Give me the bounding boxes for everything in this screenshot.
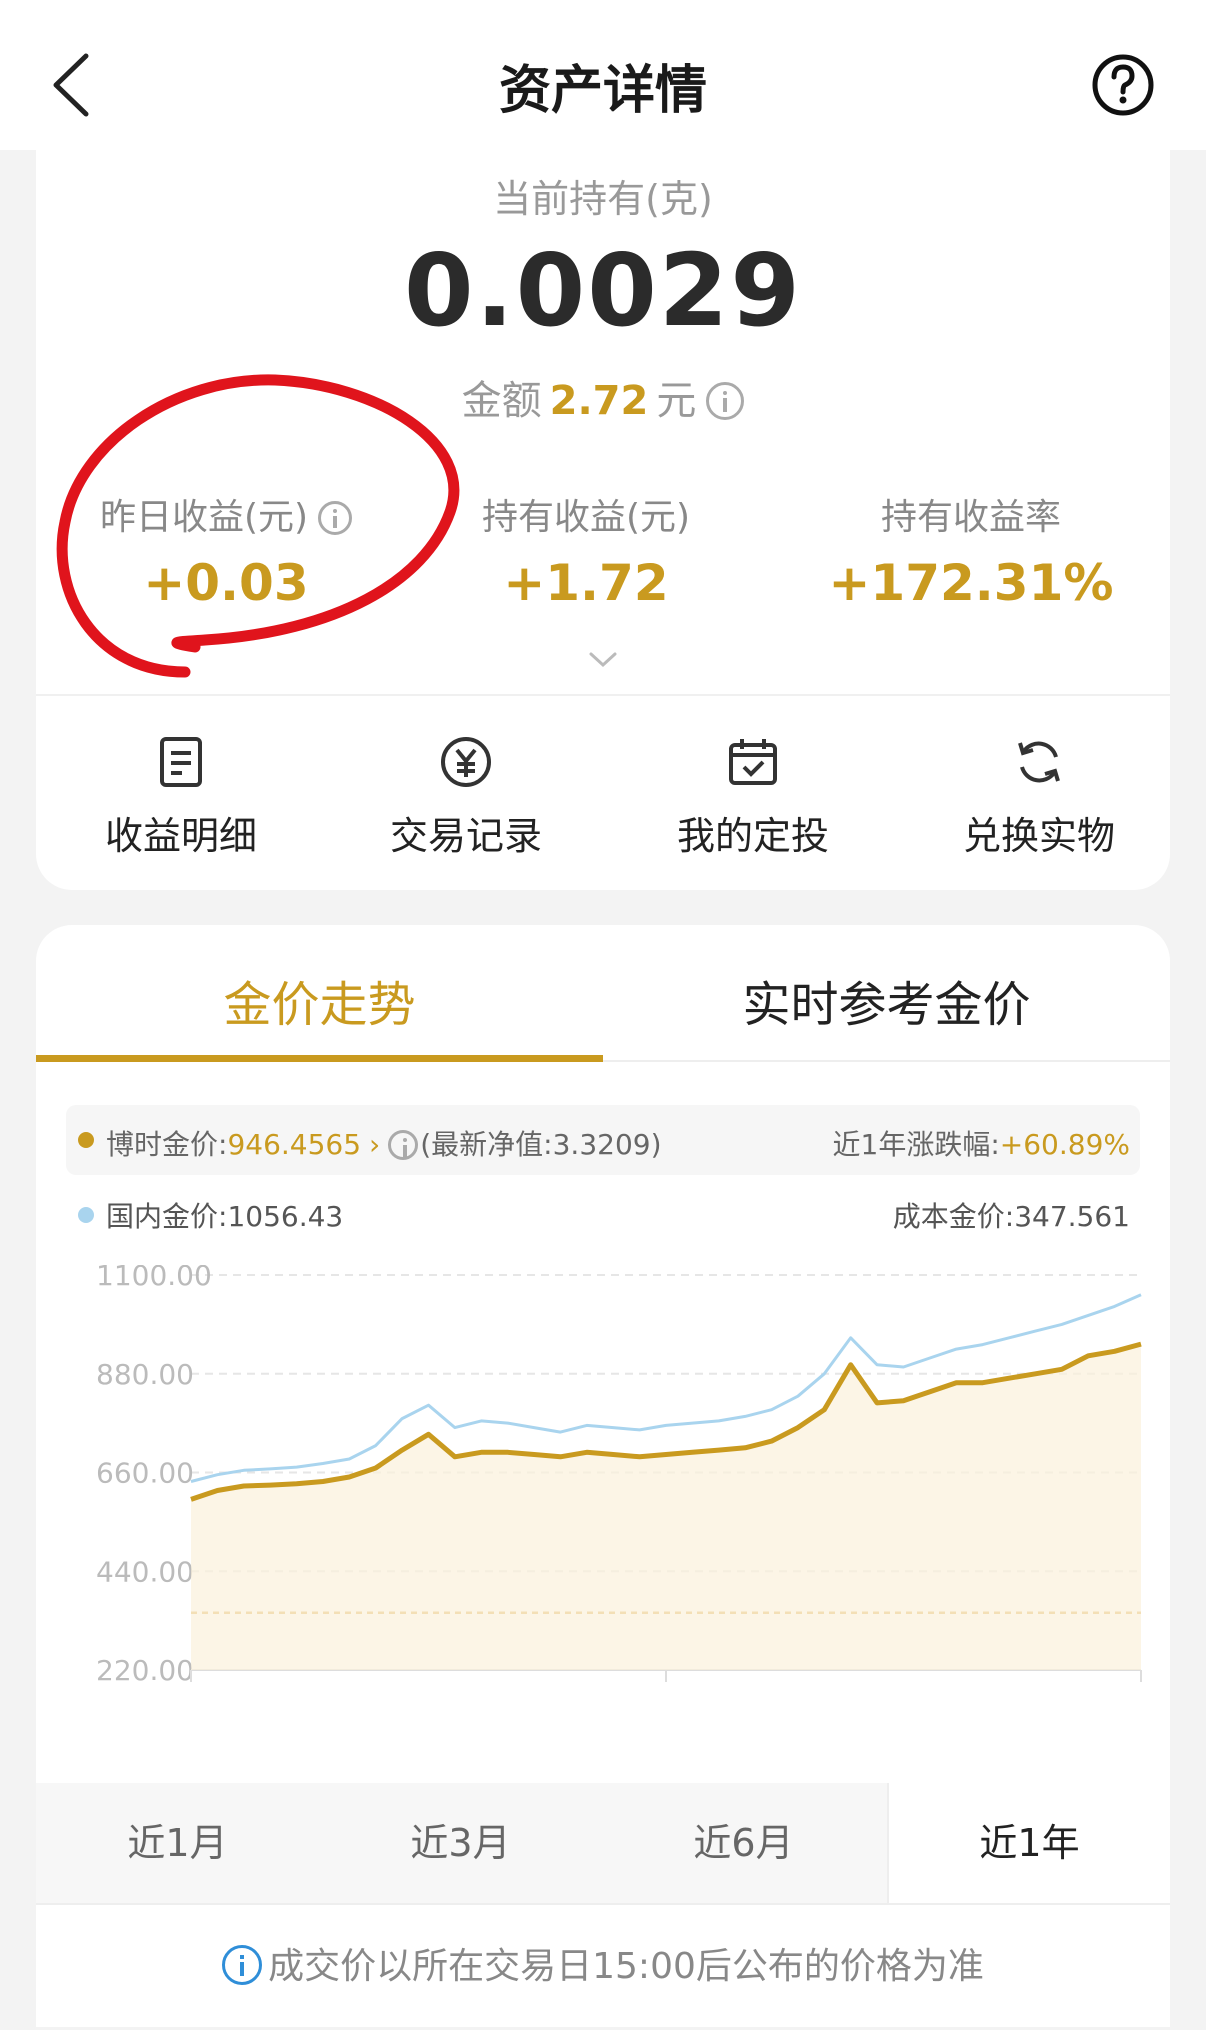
tab-underline bbox=[36, 1055, 603, 1062]
chevron-down-icon[interactable] bbox=[588, 650, 618, 670]
y-tick-label: 660.00 bbox=[96, 1457, 194, 1490]
action-redeem-physical[interactable]: 兑换实物 bbox=[919, 735, 1159, 860]
stat-label: 昨日收益(元) bbox=[99, 497, 309, 538]
question-circle-icon[interactable] bbox=[1090, 52, 1156, 118]
note-text: 成交价以所在交易日15:00后公布的价格为准 bbox=[268, 1946, 984, 1987]
stat-yesterday-income: 昨日收益(元) +0.03 bbox=[76, 488, 376, 612]
y-tick-label: 1100.00 bbox=[96, 1265, 212, 1292]
action-label: 交易记录 bbox=[389, 814, 542, 858]
nav-text: (最新净值:3.3209) bbox=[420, 1128, 662, 1161]
stat-label: 持有收益(元) bbox=[481, 497, 691, 538]
action-label: 收益明细 bbox=[104, 814, 257, 858]
stat-holding-income: 持有收益(元) +1.72 bbox=[436, 488, 736, 612]
asset-summary-card: 当前持有(克) 0.0029 金额 2.72 元 昨日收益(元) +0.03 持有收… bbox=[36, 150, 1170, 890]
tab-gold-trend[interactable]: 金价走势 bbox=[36, 965, 603, 1035]
bosera-value: 946.4565 bbox=[227, 1128, 362, 1161]
gold-area-fill bbox=[191, 1344, 1141, 1670]
calendar-check-icon bbox=[729, 739, 777, 785]
stat-value: +172.31% bbox=[828, 554, 1114, 612]
cost-value: 347.561 bbox=[1014, 1200, 1130, 1233]
refresh-icon bbox=[1018, 741, 1060, 783]
info-icon[interactable] bbox=[388, 1130, 419, 1160]
stat-value: +0.03 bbox=[143, 554, 309, 612]
domestic-price: 国内金价:1056.43 bbox=[106, 1195, 343, 1235]
info-icon bbox=[222, 1945, 263, 1985]
divider bbox=[36, 694, 1170, 696]
yen-circle-icon bbox=[441, 737, 491, 787]
bosera-price-line: 博时金价:946.4565 › (最新净值:3.3209) bbox=[106, 1123, 662, 1163]
action-income-detail[interactable]: 收益明细 bbox=[61, 735, 301, 860]
info-icon[interactable] bbox=[318, 501, 353, 535]
price-note: 成交价以所在交易日15:00后公布的价格为准 bbox=[36, 1937, 1170, 1989]
cost-label: 成本金价: bbox=[892, 1200, 1015, 1233]
chevron-right-icon[interactable]: › bbox=[369, 1128, 380, 1161]
y-tick-label: 220.00 bbox=[96, 1654, 194, 1685]
gold-price-card: 金价走势 实时参考金价 博时金价:946.4565 › (最新净值:3.3209) … bbox=[36, 925, 1170, 2027]
info-icon[interactable] bbox=[706, 382, 745, 420]
range-selector: 近1月 近3月 近6月 近1年 bbox=[36, 1783, 1170, 1903]
holding-label: 当前持有(克) bbox=[493, 177, 713, 221]
domestic-price-row: 国内金价:1056.43 成本金价:347.561 bbox=[66, 1195, 1140, 1235]
action-my-auto-invest[interactable]: 我的定投 bbox=[633, 735, 873, 860]
stat-holding-rate: 持有收益率 +172.31% bbox=[806, 488, 1136, 612]
domestic-label: 国内金价: bbox=[106, 1200, 228, 1233]
cost-price: 成本金价:347.561 bbox=[893, 1195, 1130, 1235]
range-1y[interactable]: 近1年 bbox=[887, 1783, 1170, 1903]
tab-realtime-price[interactable]: 实时参考金价 bbox=[603, 965, 1170, 1035]
legend-dot-gold bbox=[78, 1132, 94, 1148]
action-transaction-record[interactable]: 交易记录 bbox=[346, 735, 586, 860]
y-tick-label: 440.00 bbox=[96, 1555, 194, 1588]
bosera-price-info: 博时金价:946.4565 › (最新净值:3.3209) 近1年涨跌幅:+60.8… bbox=[66, 1105, 1140, 1175]
action-label: 我的定投 bbox=[676, 814, 829, 858]
stat-label: 持有收益率 bbox=[880, 497, 1061, 538]
change-value: +60.89% bbox=[999, 1128, 1130, 1161]
action-label: 兑换实物 bbox=[962, 814, 1115, 858]
domestic-value: 1056.43 bbox=[227, 1200, 344, 1233]
divider bbox=[36, 1903, 1170, 1905]
stat-value: +1.72 bbox=[503, 554, 669, 612]
amount-unit: 元 bbox=[656, 378, 697, 424]
bosera-label: 博时金价: bbox=[106, 1128, 228, 1161]
amount-prefix: 金额 bbox=[461, 378, 542, 424]
change-label: 近1年涨跌幅: bbox=[832, 1128, 1000, 1161]
y-tick-label: 880.00 bbox=[96, 1358, 194, 1391]
range-6m[interactable]: 近6月 bbox=[602, 1783, 885, 1903]
document-icon bbox=[160, 737, 202, 787]
amount-value: 2.72 bbox=[549, 378, 649, 424]
range-3m[interactable]: 近3月 bbox=[319, 1783, 602, 1903]
yearly-change: 近1年涨跌幅:+60.89% bbox=[833, 1123, 1130, 1163]
page-title: 资产详情 bbox=[498, 61, 707, 121]
gold-price-chart[interactable]: 1100.00880.00660.00440.00220.002025-01-2… bbox=[36, 1265, 1170, 1685]
holding-value: 0.0029 bbox=[404, 232, 802, 349]
legend-dot-blue bbox=[78, 1207, 94, 1223]
amount-row: 金额 2.72 元 bbox=[36, 368, 1170, 426]
app-header: 资产详情 bbox=[0, 0, 1206, 150]
range-1m[interactable]: 近1月 bbox=[36, 1783, 319, 1903]
